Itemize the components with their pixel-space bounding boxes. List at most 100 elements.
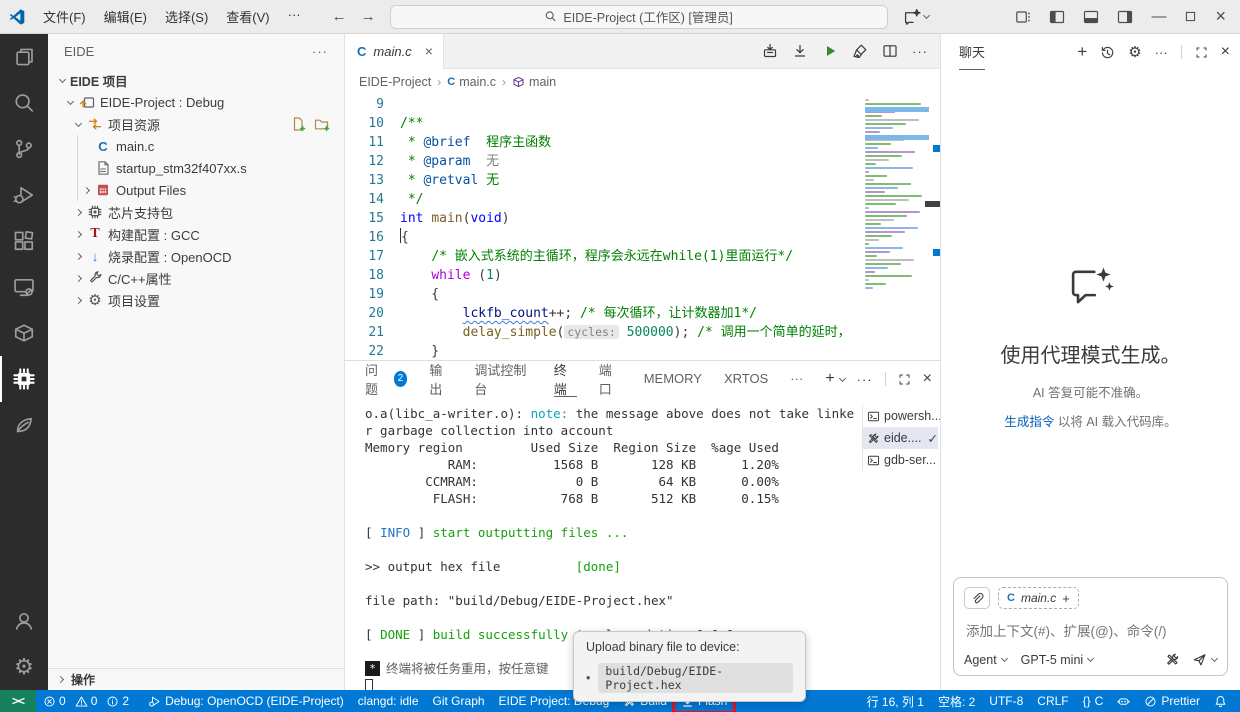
git-graph[interactable]: Git Graph (426, 690, 492, 712)
tree-item--openocd[interactable]: ↓烧录配置 : OpenOCD (48, 245, 344, 267)
nav-back-icon[interactable]: ← (332, 8, 347, 25)
menu-item-3[interactable]: 查看(V) (217, 7, 278, 26)
activitybar-remote-explorer[interactable] (0, 264, 48, 310)
copilot-status[interactable] (1110, 690, 1137, 712)
tree-item--[interactable]: 项目资源 (48, 113, 344, 135)
panel-tab-调试控制台[interactable]: 调试控制台 (474, 362, 531, 397)
terminal-line: r garbage collection into account (365, 422, 860, 439)
panel-tab-XRTOS[interactable]: XRTOS (724, 362, 768, 397)
panel-tab-···[interactable]: ··· (790, 362, 803, 397)
debug-status[interactable]: Debug: OpenOCD (EIDE-Project) (141, 690, 351, 712)
activitybar-extensions[interactable] (0, 218, 48, 264)
newfile-icon[interactable] (290, 116, 306, 132)
tree-item-eide-[interactable]: EIDE 项目 (48, 69, 344, 91)
chevron-down-icon[interactable] (54, 79, 70, 82)
newfolder-icon[interactable] (314, 116, 330, 132)
tree-item--[interactable]: ⚙项目设置 (48, 289, 344, 311)
activitybar-source-control[interactable] (0, 126, 48, 172)
chat-send-button[interactable] (1192, 652, 1217, 667)
panel-tab-端口[interactable]: 端口 (599, 362, 622, 397)
panel-tab-输出[interactable]: 输出 (429, 362, 452, 397)
menu-item-4[interactable]: ··· (279, 7, 310, 26)
tree-item-c-c-[interactable]: C/C++属性 (48, 267, 344, 289)
maximize-panel-icon[interactable] (898, 373, 911, 386)
chevron-right-icon[interactable] (70, 254, 86, 259)
build-icon[interactable] (762, 43, 778, 59)
panel-tab-终端[interactable]: 终端 (554, 362, 577, 397)
context-chip-main-c[interactable]: C main.c + (998, 587, 1079, 609)
activitybar-settings[interactable]: ⚙ (0, 644, 48, 690)
activitybar-explorer[interactable] (0, 34, 48, 80)
terminal-list-item[interactable]: gdb-ser... (863, 449, 938, 471)
terminal-line: RAM: 1568 B 128 KB 1.20% (365, 456, 860, 473)
remote-indicator[interactable]: >< (0, 690, 36, 712)
breadcrumb-item-1[interactable]: Cmain.c (447, 75, 496, 89)
tree-item-output-files[interactable]: Output Files (48, 179, 344, 201)
model-dropdown[interactable]: GPT-5 mini (1021, 653, 1094, 667)
split-editor-icon[interactable] (882, 43, 898, 59)
platform-icon (13, 414, 35, 436)
breadcrumb-item-0[interactable]: EIDE-Project (359, 75, 431, 89)
context-chip-add-icon[interactable]: + (1062, 591, 1070, 606)
chevron-right-icon[interactable] (70, 276, 86, 281)
agent-mode-dropdown[interactable]: Agent (964, 653, 1007, 667)
code-editor[interactable]: 910111213141516171819202122 /** * @brief… (345, 95, 940, 360)
indentation[interactable]: 空格: 2 (931, 690, 982, 712)
encoding[interactable]: UTF-8 (982, 690, 1030, 712)
prettier[interactable]: Prettier (1137, 690, 1207, 712)
cursor-position[interactable]: 行 16, 列 1 (860, 690, 931, 712)
panel-tab-MEMORY[interactable]: MEMORY (644, 362, 702, 397)
chevron-down-icon[interactable] (62, 101, 78, 104)
sidebar-section-actions[interactable]: 操作 (48, 668, 344, 690)
chevron-right-icon[interactable] (70, 298, 86, 303)
more-icon[interactable]: ··· (912, 44, 928, 59)
command-center-search[interactable]: EIDE-Project (工作区) [管理员] (390, 5, 888, 29)
activitybar-platform[interactable] (0, 402, 48, 448)
terminal-list-item[interactable]: eide....✓ (863, 427, 938, 449)
tree-item-main-c[interactable]: Cmain.c (48, 135, 344, 157)
copilot-menu[interactable] (904, 8, 929, 25)
tree-item--gcc[interactable]: T构建配置 : GCC (48, 223, 344, 245)
minimap[interactable] (865, 99, 927, 291)
activitybar-eide[interactable] (0, 356, 48, 402)
clangd-status[interactable]: clangd: idle (351, 690, 426, 712)
tree-item-eide-project-debug[interactable]: EIDE-Project : Debug (48, 91, 344, 113)
tree-item-label: EIDE 项目 (70, 71, 128, 90)
activitybar-run-debug[interactable] (0, 172, 48, 218)
chevron-right-icon[interactable] (70, 232, 86, 237)
close-panel-icon[interactable]: × (923, 370, 932, 388)
tab-close-icon[interactable]: × (425, 43, 433, 59)
tree-item--[interactable]: 芯片支持包 (48, 201, 344, 223)
chat-input-box[interactable]: C main.c + 添加上下文(#)、扩展(@)、命令(/) Agent GP… (953, 577, 1228, 676)
scrollbar-marker (933, 145, 940, 152)
terminal-list-item[interactable]: powersh... (863, 405, 938, 427)
panel-tab-问题[interactable]: 问题2 (365, 362, 407, 397)
chevron-right-icon[interactable] (70, 210, 86, 215)
new-terminal-button[interactable]: + (825, 370, 844, 388)
activitybar-account[interactable] (0, 598, 48, 644)
menu-item-0[interactable]: 文件(F) (34, 7, 95, 26)
chat-tools-icon[interactable] (1165, 652, 1180, 667)
activitybar-container[interactable] (0, 310, 48, 356)
nav-forward-icon[interactable]: → (361, 8, 376, 25)
breadcrumb-item-2[interactable]: main (512, 75, 556, 89)
settings-icon: ⚙ (14, 656, 34, 678)
menu-item-2[interactable]: 选择(S) (156, 7, 217, 26)
activitybar-search[interactable] (0, 80, 48, 126)
panel-more-icon[interactable]: ··· (857, 372, 873, 387)
language-mode[interactable]: {}C (1076, 690, 1111, 712)
notifications[interactable] (1207, 690, 1234, 712)
chevron-down-icon[interactable] (70, 123, 86, 126)
attach-context-button[interactable] (964, 587, 990, 609)
sidebar-more-actions-icon[interactable]: ··· (312, 44, 328, 59)
flash-download-icon[interactable] (792, 43, 808, 59)
problems[interactable]: 002 (36, 690, 141, 712)
eol[interactable]: CRLF (1030, 690, 1075, 712)
run-icon[interactable] (822, 43, 838, 59)
generate-instructions-link[interactable]: 生成指令 (1004, 415, 1054, 429)
chevron-right-icon[interactable] (78, 188, 94, 193)
tab-main-c[interactable]: C main.c × (345, 34, 444, 69)
menu-item-1[interactable]: 编辑(E) (95, 7, 156, 26)
clean-icon[interactable] (852, 43, 868, 59)
tree-item-startup_stm32f407xx-s[interactable]: startup_stm32f407xx.s (48, 157, 344, 179)
